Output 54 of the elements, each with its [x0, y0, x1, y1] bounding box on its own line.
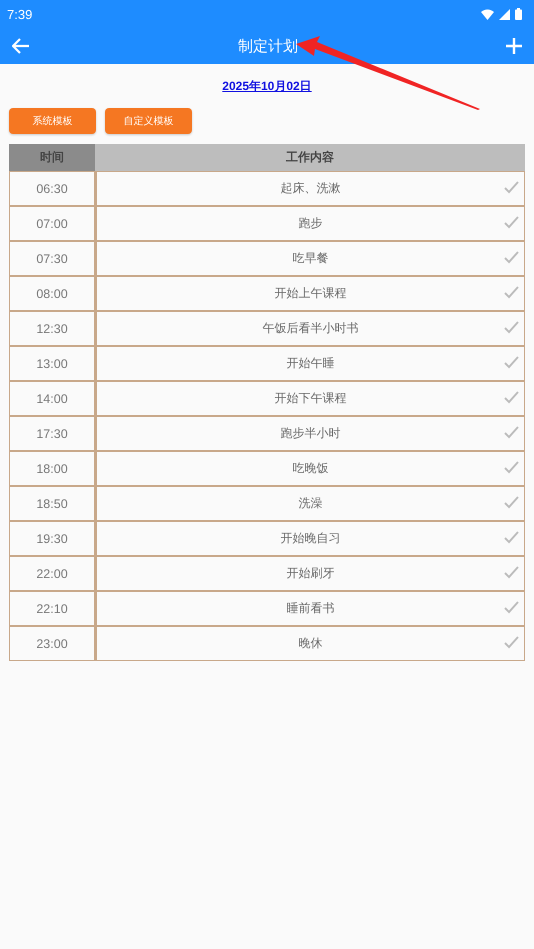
check-icon[interactable] [504, 391, 519, 404]
time-cell: 23:00 [9, 626, 95, 661]
battery-icon [515, 8, 522, 20]
check-icon[interactable] [504, 426, 519, 439]
task-cell[interactable]: 跑步 [95, 206, 525, 241]
template-button[interactable]: 自定义模板 [105, 108, 192, 134]
time-cell: 18:00 [9, 451, 95, 486]
time-cell: 19:30 [9, 521, 95, 556]
time-cell: 14:00 [9, 381, 95, 416]
time-cell: 22:10 [9, 591, 95, 626]
task-cell[interactable]: 午饭后看半小时书 [95, 311, 525, 346]
time-cell: 22:00 [9, 556, 95, 591]
task-cell[interactable]: 开始午睡 [95, 346, 525, 381]
column-header: 时间 [9, 144, 95, 171]
task-cell[interactable]: 吃晚饭 [95, 451, 525, 486]
task-cell[interactable]: 晚休 [95, 626, 525, 661]
time-cell: 13:00 [9, 346, 95, 381]
check-icon[interactable] [504, 636, 519, 649]
time-cell: 07:30 [9, 241, 95, 276]
time-cell: 12:30 [9, 311, 95, 346]
page-title: 制定计划 [237, 36, 299, 56]
check-icon[interactable] [504, 251, 519, 264]
check-icon[interactable] [504, 531, 519, 544]
check-icon[interactable] [504, 566, 519, 579]
task-cell[interactable]: 睡前看书 [95, 591, 525, 626]
status-time: 7:39 [7, 6, 32, 22]
check-icon[interactable] [504, 601, 519, 614]
task-cell[interactable]: 开始上午课程 [95, 276, 525, 311]
check-icon[interactable] [504, 496, 519, 509]
task-cell[interactable]: 开始刷牙 [95, 556, 525, 591]
check-icon[interactable] [504, 286, 519, 299]
check-icon[interactable] [504, 356, 519, 369]
task-cell[interactable]: 洗澡 [95, 486, 525, 521]
task-cell[interactable]: 吃早餐 [95, 241, 525, 276]
time-cell: 08:00 [9, 276, 95, 311]
check-icon[interactable] [504, 461, 519, 474]
check-icon[interactable] [504, 181, 519, 194]
date-link[interactable]: 2025年10月02日 [222, 78, 312, 95]
back-arrow-icon[interactable] [12, 38, 30, 54]
task-cell[interactable]: 开始下午课程 [95, 381, 525, 416]
check-icon[interactable] [504, 216, 519, 229]
time-cell: 06:30 [9, 171, 95, 206]
task-cell[interactable]: 开始晚自习 [95, 521, 525, 556]
column-header: 工作内容 [95, 144, 525, 171]
add-icon[interactable] [506, 38, 522, 54]
check-icon[interactable] [504, 321, 519, 334]
task-cell[interactable]: 起床、洗漱 [95, 171, 525, 206]
wifi-icon [481, 8, 494, 20]
signal-icon [499, 8, 510, 20]
time-cell: 18:50 [9, 486, 95, 521]
template-button[interactable]: 系统模板 [9, 108, 96, 134]
time-cell: 17:30 [9, 416, 95, 451]
time-cell: 07:00 [9, 206, 95, 241]
task-cell[interactable]: 跑步半小时 [95, 416, 525, 451]
